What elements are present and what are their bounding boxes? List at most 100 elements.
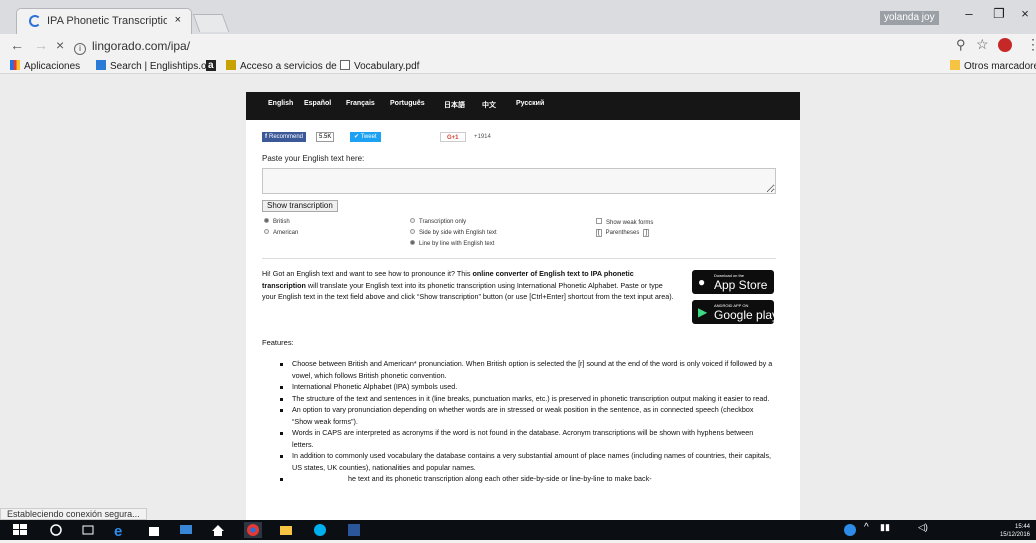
taskbar-clock[interactable]: 15:44 15/12/2016 [980,523,1030,541]
status-bubble: Estableciendo conexión segura... [0,508,147,520]
radio-british[interactable]: British [264,218,290,225]
badge-big-text: Google play [714,308,779,322]
bookmark-other[interactable]: Otros marcadores [950,60,1036,72]
zoom-icon[interactable]: ⚲ [956,37,966,53]
radio-transcription-only[interactable]: Transcription only [410,218,466,225]
lang-espanol[interactable]: Español [304,100,331,107]
bookmark-vocabulary[interactable]: Vocabulary.pdf [340,60,419,72]
windows-start-icon[interactable] [12,522,30,538]
bookmark-label: Acceso a servicios de [240,61,337,72]
bookmark-star-icon[interactable]: ☆ [976,36,989,53]
browser-toolbar: ← → × i lingorado.com/ipa/ ⚲ ☆ ⋮ [0,34,1036,58]
checkbox-weak-forms[interactable]: Show weak forms [596,218,653,226]
checkbox-parentheses[interactable]: [Parentheses] [596,229,650,237]
fb-count: 5.5K [316,132,335,142]
chrome-icon[interactable] [244,522,262,538]
extension-icon[interactable] [998,38,1012,52]
chrome-menu-icon[interactable]: ⋮ [1026,36,1036,53]
tweet-button[interactable]: ✔ Tweet [350,132,381,142]
tab-close-icon[interactable]: × [175,14,181,26]
notification-icon[interactable] [842,522,860,538]
gplus-button[interactable]: G+1 [440,132,466,142]
radio-selected-icon [410,240,415,245]
gplus-count: +1914 [474,134,491,140]
app-store-badge[interactable]: ● Download on the App Store [692,270,774,294]
apps-grid-icon [10,60,20,70]
play-icon: ▶ [698,305,708,319]
feature-item: he text and its phonetic transcription a… [274,473,774,485]
lang-chinese[interactable]: 中文 [482,100,496,110]
bank-icon [226,60,236,70]
home-icon[interactable] [210,522,228,538]
text-input[interactable] [262,168,776,194]
url-text: lingorado.com/ipa/ [92,39,191,53]
forward-button[interactable]: → [34,37,48,53]
edge-icon[interactable]: e [112,522,130,540]
fb-recommend-button[interactable]: f Recommend [262,132,307,142]
google-play-badge[interactable]: ▶ ANDROID APP ON Google play [692,300,778,324]
option-label: Show weak forms [606,220,654,226]
bracket-right-icon: ] [643,229,650,237]
bookmark-label: Vocabulary.pdf [354,61,420,72]
lang-portugues[interactable]: Português [390,100,425,107]
option-label: Parentheses [605,230,640,236]
features-heading: Features: [262,338,294,347]
clock-date: 15/12/2016 [999,532,1030,538]
lang-russian[interactable]: Русский [516,100,544,107]
bookmark-amazon[interactable]: a [206,60,216,71]
show-transcription-button[interactable]: Show transcription [262,200,338,212]
bookmark-acceso[interactable]: Acceso a servicios de [226,60,337,72]
bookmark-label: Otros marcadores [964,61,1036,72]
divider [262,258,776,259]
skype-icon[interactable] [312,522,330,538]
bookmark-label: Aplicaciones [24,61,81,72]
word-icon[interactable] [346,522,364,538]
lang-english[interactable]: English [268,100,293,107]
lang-japanese[interactable]: 日本語 [444,100,465,110]
option-label: British [273,219,290,225]
feature-item: International Phonetic Alphabet (IPA) sy… [274,381,774,393]
apple-icon: ● [698,275,706,289]
windows-taskbar: e ^ ▮▮ ◁) 15:44 15/12/2016 [0,520,1036,540]
minimize-button[interactable]: – [954,6,984,21]
document-icon [340,60,350,70]
bookmark-englishtips[interactable]: Search | Englishtips.or [96,60,210,72]
language-bar: English Español Français Português 日本語 中… [246,92,800,120]
option-label: Line by line with English text [419,241,495,247]
facebook-icon: f [265,134,267,140]
badge-big-text: App Store [714,278,768,292]
stop-button[interactable]: × [56,37,64,53]
intro-paragraph: Hi! Got an English text and want to see … [262,268,676,303]
monitor-icon[interactable] [178,522,196,538]
bookmark-apps[interactable]: Aplicaciones [10,60,80,72]
browser-tab[interactable]: IPA Phonetic Transcriptio × [16,8,192,34]
tab-title: IPA Phonetic Transcriptio [47,15,167,27]
radio-side-by-side[interactable]: Side by side with English text [410,229,497,236]
lang-francais[interactable]: Français [346,100,375,107]
bookmarks-bar: Aplicaciones Search | Englishtips.or a A… [0,58,1036,74]
radio-line-by-line[interactable]: Line by line with English text [410,240,494,247]
info-icon[interactable]: i [74,43,86,55]
store-icon[interactable] [146,522,164,538]
tray-network-icon[interactable]: ▮▮ [880,522,898,538]
clock-time: 15:44 [1014,524,1030,530]
option-label: Transcription only [419,219,467,225]
features-list: Choose between British and American* pro… [274,358,774,485]
close-window-button[interactable]: × [1010,6,1036,21]
back-button[interactable]: ← [10,37,24,53]
new-tab-button[interactable] [192,14,230,32]
tray-volume-icon[interactable]: ◁) [918,522,936,538]
checkbox-icon [596,218,602,224]
tab-strip: IPA Phonetic Transcriptio × yolanda joy … [0,0,1036,34]
address-bar[interactable]: i lingorado.com/ipa/ [74,37,944,55]
intro-text: will translate your English text into it… [262,280,674,302]
paste-label: Paste your English text here: [262,154,365,163]
task-view-icon[interactable] [80,522,98,538]
site-favicon-icon [29,15,41,27]
feature-item: An option to vary pronunciation dependin… [274,404,774,427]
profile-name-badge[interactable]: yolanda joy [880,11,939,25]
radio-american[interactable]: American [264,229,298,236]
file-explorer-icon[interactable] [278,522,296,538]
search-icon[interactable] [48,522,66,538]
bookmark-label: Search | Englishtips.or [110,61,210,72]
